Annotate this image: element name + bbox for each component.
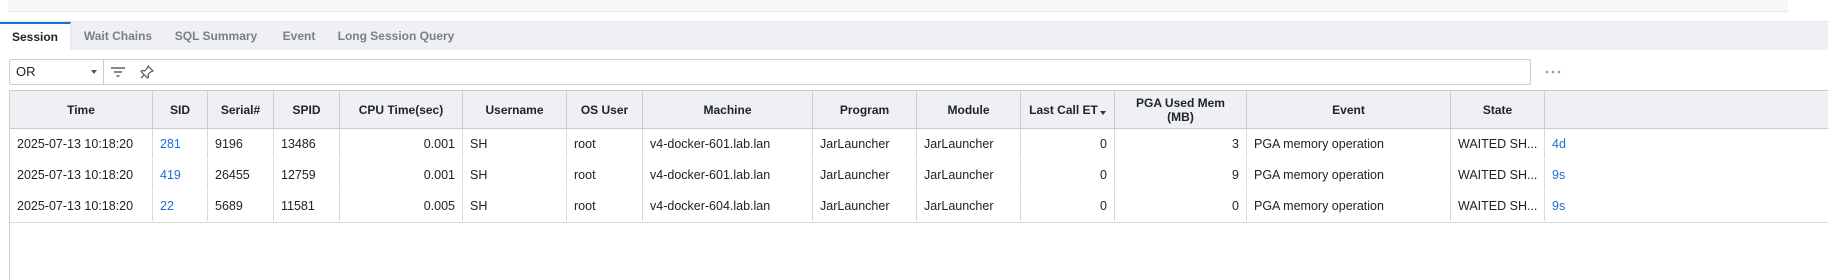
column-header-serial[interactable]: Serial# [208, 91, 274, 128]
column-header-username[interactable]: Username [463, 91, 567, 128]
cell-pga-used-mem: 9 [1115, 160, 1247, 190]
cell-serial: 5689 [208, 191, 274, 221]
cell-extra-link[interactable]: 9s [1545, 191, 1828, 221]
tab-bar: Session Wait Chains SQL Summary Event Lo… [0, 21, 1828, 51]
cell-program: JarLauncher [813, 191, 917, 221]
column-header-label: State [1482, 102, 1513, 117]
cell-state: WAITED SH... [1451, 191, 1545, 221]
column-header-cpu-time[interactable]: CPU Time(sec) [340, 91, 463, 128]
column-header-event[interactable]: Event [1247, 91, 1451, 128]
cell-spid: 11581 [274, 191, 340, 221]
sort-desc-icon[interactable] [1099, 110, 1106, 115]
cell-module: JarLauncher [917, 160, 1021, 190]
cell-os-user: root [567, 129, 643, 159]
cell-state: WAITED SH... [1451, 160, 1545, 190]
column-header-label: Event [1332, 102, 1365, 117]
cell-program: JarLauncher [813, 129, 917, 159]
session-table: Time SID Serial# SPID CPU Time(sec) User… [9, 90, 1828, 280]
column-header-spid[interactable]: SPID [274, 91, 340, 128]
column-header-label: Machine [703, 102, 752, 117]
cell-pga-used-mem: 0 [1115, 191, 1247, 221]
filter-box[interactable]: OR [9, 59, 1531, 85]
column-header-program[interactable]: Program [813, 91, 917, 128]
cell-os-user: root [567, 191, 643, 221]
cell-username: SH [463, 191, 567, 221]
column-header-label: CPU Time(sec) [358, 102, 444, 117]
cell-module: JarLauncher [917, 191, 1021, 221]
cell-sid-link[interactable]: 281 [153, 129, 208, 159]
cell-serial: 9196 [208, 129, 274, 159]
tab-event[interactable]: Event [276, 22, 322, 50]
column-header-label: SID [169, 102, 190, 117]
cell-module: JarLauncher [917, 129, 1021, 159]
cell-event: PGA memory operation [1247, 191, 1451, 221]
cell-serial: 26455 [208, 160, 274, 190]
cell-machine: v4-docker-601.lab.lan [643, 129, 813, 159]
table-row[interactable]: 2025-07-13 10:18:20 22 5689 11581 0.005 … [10, 191, 1828, 223]
cell-spid: 12759 [274, 160, 340, 190]
column-header-label: PGA Used Mem (MB) [1136, 95, 1225, 124]
cell-time: 2025-07-13 10:18:20 [10, 191, 153, 221]
cell-event: PGA memory operation [1247, 160, 1451, 190]
cell-extra-link[interactable]: 9s [1545, 160, 1828, 190]
cell-time: 2025-07-13 10:18:20 [10, 129, 153, 159]
operator-select[interactable]: OR [10, 60, 104, 84]
column-header-label: Username [485, 102, 544, 117]
table-header: Time SID Serial# SPID CPU Time(sec) User… [10, 91, 1828, 129]
column-header-os-user[interactable]: OS User [567, 91, 643, 128]
cell-sid-link[interactable]: 22 [153, 191, 208, 221]
column-header-sid[interactable]: SID [153, 91, 208, 128]
column-header-machine[interactable]: Machine [643, 91, 813, 128]
column-header-pga-used-mem[interactable]: PGA Used Mem (MB) [1115, 91, 1247, 128]
tab-sql-summary[interactable]: SQL Summary [170, 22, 262, 50]
column-header-label: Program [839, 102, 890, 117]
cell-spid: 13486 [274, 129, 340, 159]
column-header-time[interactable]: Time [10, 91, 153, 128]
cell-state: WAITED SH... [1451, 129, 1545, 159]
column-header-state[interactable]: State [1451, 91, 1545, 128]
column-header-label: Time [67, 102, 95, 117]
chevron-down-icon [91, 70, 97, 74]
cell-sid-link[interactable]: 419 [153, 160, 208, 190]
cell-os-user: root [567, 160, 643, 190]
column-header-last-call-et[interactable]: Last Call ET [1021, 91, 1115, 128]
column-header-label: Last Call ET [1029, 102, 1098, 117]
cell-event: PGA memory operation [1247, 129, 1451, 159]
top-strip [0, 0, 1828, 22]
operator-value: OR [16, 64, 36, 79]
column-header-label: OS User [580, 102, 629, 117]
cell-username: SH [463, 129, 567, 159]
pin-icon[interactable] [139, 64, 155, 80]
column-header-label: SPID [292, 102, 321, 117]
cell-cpu-time: 0.005 [340, 191, 463, 221]
cell-extra-link[interactable]: 4d [1545, 129, 1828, 159]
table-row[interactable]: 2025-07-13 10:18:20 281 9196 13486 0.001… [10, 129, 1828, 161]
cell-cpu-time: 0.001 [340, 129, 463, 159]
cell-pga-used-mem: 3 [1115, 129, 1247, 159]
cell-cpu-time: 0.001 [340, 160, 463, 190]
tab-wait-chains[interactable]: Wait Chains [78, 22, 158, 50]
cell-username: SH [463, 160, 567, 190]
top-panel-edge [8, 0, 1788, 12]
cell-machine: v4-docker-601.lab.lan [643, 160, 813, 190]
cell-last-call-et: 0 [1021, 129, 1115, 159]
filter-lines-icon[interactable] [110, 64, 126, 80]
cell-program: JarLauncher [813, 160, 917, 190]
column-header-module[interactable]: Module [917, 91, 1021, 128]
tab-long-session-query[interactable]: Long Session Query [336, 22, 456, 50]
column-header-extra[interactable] [1545, 91, 1828, 128]
cell-machine: v4-docker-604.lab.lan [643, 191, 813, 221]
column-header-label: Module [947, 102, 990, 117]
cell-last-call-et: 0 [1021, 191, 1115, 221]
cell-time: 2025-07-13 10:18:20 [10, 160, 153, 190]
column-header-label: Serial# [220, 102, 261, 117]
table-row[interactable]: 2025-07-13 10:18:20 419 26455 12759 0.00… [10, 160, 1828, 192]
cell-last-call-et: 0 [1021, 160, 1115, 190]
more-dots-icon[interactable] [1543, 50, 1563, 90]
tab-session[interactable]: Session [0, 22, 71, 51]
